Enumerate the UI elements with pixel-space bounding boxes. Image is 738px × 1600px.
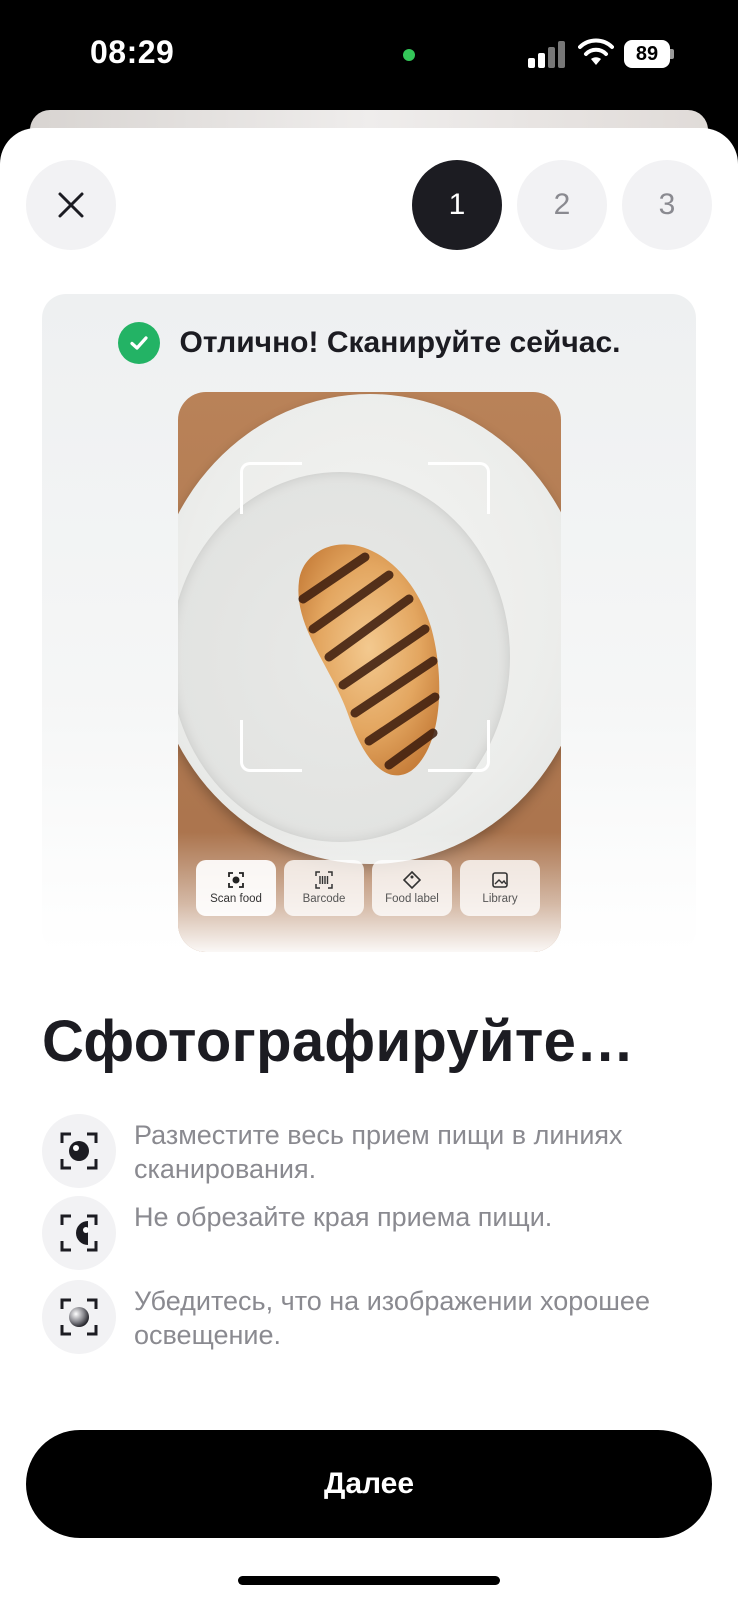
- image-icon: [492, 872, 508, 888]
- mode-label: Scan food: [210, 893, 262, 905]
- scan-status-text: Отлично! Сканируйте сейчас.: [179, 326, 621, 359]
- scan-frame-icon: [42, 1114, 116, 1188]
- next-button[interactable]: Далее: [26, 1430, 712, 1538]
- mode-label: Library: [482, 893, 518, 905]
- tip-item: Не обрезайте края приема пищи.: [42, 1196, 694, 1270]
- scan-frame-corner: [428, 462, 490, 514]
- battery-level: 89: [624, 40, 670, 68]
- step-indicator-2: 2: [517, 160, 607, 250]
- wifi-icon: [578, 38, 614, 65]
- crop-edge-icon: [42, 1196, 116, 1270]
- close-icon: [58, 192, 84, 218]
- lighting-icon: [42, 1280, 116, 1354]
- step-indicator-3: 3: [622, 160, 712, 250]
- mode-scan-food: Scan food: [196, 860, 276, 916]
- page-title: Сфотографируйте…: [42, 1009, 635, 1074]
- scan-status: Отлично! Сканируйте сейчас.: [42, 322, 696, 364]
- food-photo: Scan food Barcode Food label Library: [178, 392, 561, 952]
- signal-icon: [528, 40, 568, 68]
- status-time: 08:29: [90, 34, 175, 70]
- home-indicator: [238, 1576, 500, 1585]
- scan-frame-corner: [428, 720, 490, 772]
- battery-icon: 89: [624, 40, 674, 68]
- scan-mode-bar: Scan food Barcode Food label Library: [196, 860, 540, 916]
- step-indicator-1: 1: [412, 160, 502, 250]
- mode-library: Library: [460, 860, 540, 916]
- mode-label: Food label: [385, 893, 439, 905]
- tag-icon: [403, 871, 421, 889]
- mode-label: Barcode: [302, 893, 346, 905]
- grilled-chicken-image: [298, 544, 440, 776]
- tip-text: Не обрезайте края приема пищи.: [134, 1202, 553, 1232]
- tip-text: Разместите весь прием пищи в линиях скан…: [134, 1120, 623, 1184]
- tip-item: Разместите весь прием пищи в линиях скан…: [42, 1114, 694, 1188]
- close-button[interactable]: [26, 160, 116, 250]
- mode-barcode: Barcode: [284, 860, 364, 916]
- recording-indicator-dot: [403, 49, 415, 61]
- scan-frame-corner: [240, 462, 302, 514]
- scan-frame-corner: [240, 720, 302, 772]
- status-bar: 08:29 89: [0, 0, 738, 110]
- check-circle-icon: [117, 322, 160, 364]
- tip-item: Убедитесь, что на изображении хорошее ос…: [42, 1280, 694, 1354]
- barcode-icon: [315, 871, 333, 889]
- mode-food-label: Food label: [372, 860, 452, 916]
- tip-text: Убедитесь, что на изображении хорошее ос…: [134, 1286, 650, 1350]
- scan-preview-card: Отлично! Сканируйте сейчас. Scan food Ba…: [42, 294, 696, 954]
- scan-icon: [228, 872, 244, 888]
